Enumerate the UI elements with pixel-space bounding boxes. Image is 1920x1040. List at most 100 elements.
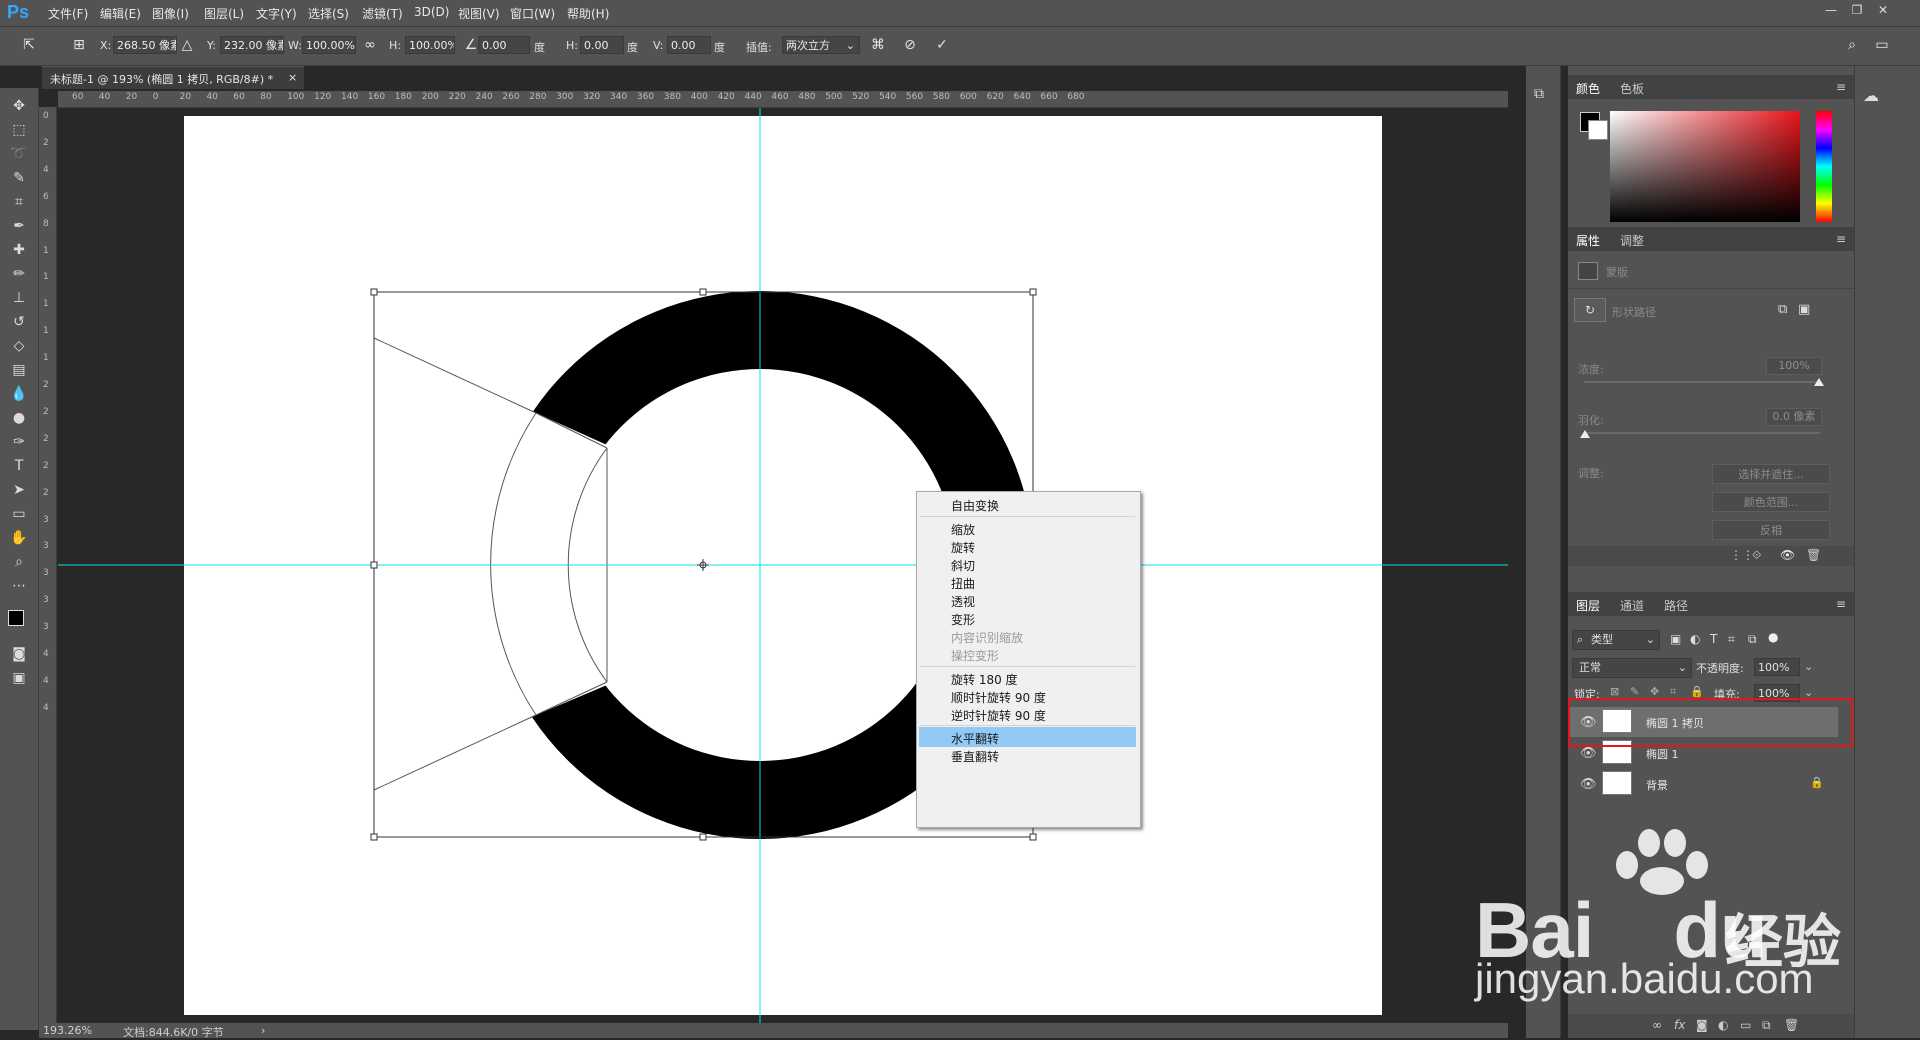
foreground-color-swatch[interactable]	[8, 610, 24, 626]
context-menu-item[interactable]: 变形	[951, 611, 975, 628]
tab-color[interactable]: 颜色	[1576, 80, 1600, 97]
search-icon[interactable]: ⌕	[1843, 36, 1861, 54]
quick-mask-icon[interactable]: ◙	[9, 644, 29, 664]
menu-item[interactable]: 图层(L)	[204, 5, 244, 22]
filter-type-icon[interactable]: T	[1710, 632, 1717, 646]
interpolation-select[interactable]: 两次立方 ⌄	[782, 36, 860, 54]
new-group-icon[interactable]: ▭	[1740, 1018, 1751, 1032]
feather-slider-thumb[interactable]	[1580, 430, 1590, 438]
lasso-tool-icon[interactable]: ➰	[9, 144, 29, 164]
filter-smart-object-icon[interactable]: ⧉	[1748, 632, 1757, 647]
panel-menu-icon[interactable]: ≡	[1836, 80, 1846, 94]
pen-tool-icon[interactable]: ✑	[9, 432, 29, 452]
layer-row-background[interactable]: 👁 背景 🔒	[1568, 769, 1838, 799]
document-tab[interactable]: 未标题-1 @ 193% (椭圆 1 拷贝, RGB/8#) * ×	[42, 66, 304, 89]
view-previous-icon[interactable]: ⟐	[1752, 548, 1761, 563]
warp-mode-icon[interactable]: ⌘	[869, 36, 887, 54]
dodge-tool-icon[interactable]: ●	[9, 408, 29, 428]
zoom-tool-icon[interactable]: ⌕	[9, 552, 29, 572]
apply-mask-icon[interactable]: ▣	[1798, 302, 1810, 317]
more-tools-icon[interactable]: ⋯	[9, 576, 29, 596]
tab-adjustments[interactable]: 调整	[1620, 232, 1644, 249]
filter-toggle-icon[interactable]: ●	[1768, 630, 1778, 644]
commit-transform-icon[interactable]: ✓	[933, 36, 951, 54]
context-menu-item[interactable]: 斜切	[951, 557, 975, 574]
history-panel-icon[interactable]: ⧉	[1534, 86, 1544, 102]
x-field[interactable]: 268.50 像素	[113, 36, 177, 54]
trash-icon[interactable]: 🗑	[1806, 548, 1821, 562]
gradient-tool-icon[interactable]: ▤	[9, 360, 29, 380]
lock-all-icon[interactable]: 🔒	[1690, 685, 1704, 698]
zoom-level[interactable]: 193.26%	[43, 1024, 92, 1037]
panel-menu-icon[interactable]: ≡	[1836, 232, 1846, 246]
path-select-tool-icon[interactable]: ➤	[9, 480, 29, 500]
tab-layers[interactable]: 图层	[1576, 597, 1600, 614]
screen-mode-icon[interactable]: ▣	[9, 668, 29, 688]
adjustment-layer-icon[interactable]: ◐	[1718, 1018, 1728, 1032]
delete-layer-icon[interactable]: 🗑	[1784, 1018, 1799, 1032]
workspace-icon[interactable]: ▭	[1873, 36, 1891, 54]
marquee-tool-icon[interactable]: ⬚	[9, 120, 29, 140]
opacity-field[interactable]: 100%	[1754, 658, 1800, 676]
fx-icon[interactable]: fx	[1674, 1018, 1685, 1032]
color-range-button[interactable]: 颜色范围...	[1712, 492, 1830, 512]
menu-item[interactable]: 文件(F)	[48, 5, 88, 22]
height-field[interactable]: 100.00%	[405, 36, 455, 54]
cancel-transform-icon[interactable]: ⊘	[901, 36, 919, 54]
feather-field[interactable]: 0.0 像素	[1766, 408, 1822, 426]
delta-icon[interactable]: △	[178, 36, 196, 54]
visibility-icon[interactable]: 👁	[1780, 548, 1795, 562]
menu-item[interactable]: 编辑(E)	[100, 5, 141, 22]
menu-item[interactable]: 帮助(H)	[567, 5, 609, 22]
lock-pixels-icon[interactable]: ✎	[1630, 685, 1639, 698]
quick-select-tool-icon[interactable]: ✎	[9, 168, 29, 188]
angle-field[interactable]: 0.00	[478, 36, 530, 54]
background-swatch[interactable]	[1588, 120, 1608, 140]
cloud-libraries-icon[interactable]: ☁	[1863, 86, 1879, 105]
menu-item[interactable]: 滤镜(T)	[362, 5, 403, 22]
context-menu-item[interactable]: 垂直翻转	[951, 748, 999, 765]
shape-path-icon[interactable]: ↻	[1574, 298, 1606, 322]
menu-item[interactable]: 3D(D)	[414, 5, 449, 19]
menu-item[interactable]: 窗口(W)	[510, 5, 555, 22]
restore-icon[interactable]: ❐	[1846, 3, 1868, 21]
density-field[interactable]: 100%	[1766, 357, 1822, 375]
visibility-eye-icon[interactable]: 👁	[1580, 746, 1597, 761]
menu-item[interactable]: 视图(V)	[458, 5, 500, 22]
menu-item[interactable]: 选择(S)	[308, 5, 349, 22]
lock-artboard-icon[interactable]: ⌗	[1670, 685, 1676, 699]
select-and-mask-button[interactable]: 选择并遮住...	[1712, 464, 1830, 484]
brush-tool-icon[interactable]: ✏	[9, 264, 29, 284]
menu-item[interactable]: 文字(Y)	[256, 5, 297, 22]
chevron-down-icon[interactable]: ⌄	[1804, 660, 1813, 673]
color-picker-field[interactable]	[1610, 111, 1800, 222]
lock-position-icon[interactable]: ✥	[1650, 685, 1659, 698]
minimize-icon[interactable]: —	[1820, 3, 1842, 21]
tab-properties[interactable]: 属性	[1576, 232, 1600, 249]
tab-channels[interactable]: 通道	[1620, 597, 1644, 614]
tab-swatches[interactable]: 色板	[1620, 80, 1644, 97]
hand-tool-icon[interactable]: ✋	[9, 528, 29, 548]
close-icon[interactable]: ✕	[1872, 3, 1894, 21]
lock-transparent-icon[interactable]: ⊠	[1610, 685, 1619, 698]
context-menu-item[interactable]: 顺时针旋转 90 度	[951, 689, 1046, 706]
context-menu-item[interactable]: 旋转	[951, 539, 975, 556]
y-field[interactable]: 232.00 像素	[220, 36, 284, 54]
rectangle-tool-icon[interactable]: ▭	[9, 504, 29, 524]
feather-slider[interactable]	[1584, 432, 1820, 434]
visibility-eye-icon[interactable]: 👁	[1580, 777, 1597, 792]
context-menu-item[interactable]: 自由变换	[951, 497, 999, 514]
panel-menu-icon[interactable]: ≡	[1836, 597, 1846, 611]
tab-paths[interactable]: 路径	[1664, 597, 1688, 614]
status-arrow-icon[interactable]: ›	[261, 1024, 265, 1037]
eyedropper-tool-icon[interactable]: ✒	[9, 216, 29, 236]
context-menu-item[interactable]: 透视	[951, 593, 975, 610]
blend-mode-select[interactable]: 正常 ⌄	[1572, 658, 1692, 678]
type-tool-icon[interactable]: T	[9, 456, 29, 476]
new-layer-icon[interactable]: ⧉	[1762, 1018, 1771, 1033]
menu-item[interactable]: 图像(I)	[152, 5, 189, 22]
add-mask-icon[interactable]: ◙	[1696, 1018, 1708, 1032]
context-menu-item[interactable]: 扭曲	[951, 575, 975, 592]
link-icon[interactable]: ∞	[361, 36, 379, 54]
close-tab-icon[interactable]: ×	[288, 71, 297, 84]
